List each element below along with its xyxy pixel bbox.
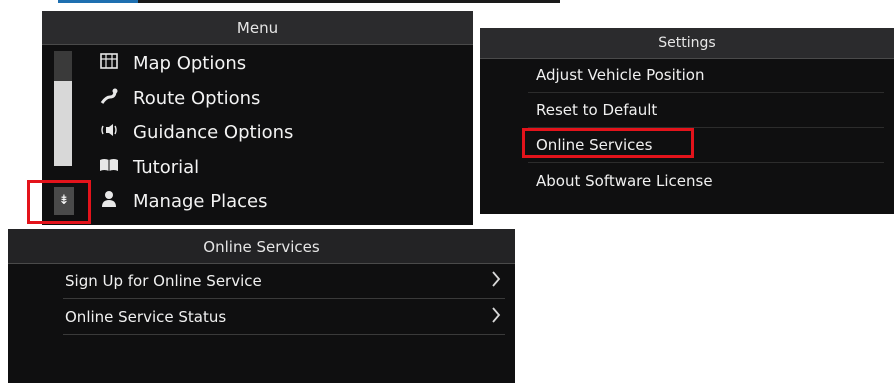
top-accent-line	[58, 0, 560, 3]
list-item-online-service-status[interactable]: Online Service Status	[8, 299, 515, 335]
settings-item-reset-to-default[interactable]: Reset to Default	[536, 101, 657, 119]
menu-panel: Menu ⇟ Map Options Route Options Guidanc…	[42, 11, 473, 225]
menu-item-label: Tutorial	[133, 156, 200, 178]
list-item-sign-up-online-service[interactable]: Sign Up for Online Service	[8, 263, 515, 299]
settings-panel: Settings Adjust Vehicle Position Reset t…	[480, 28, 894, 214]
list-item-label: Sign Up for Online Service	[65, 272, 262, 290]
menu-item-map-options[interactable]: Map Options	[97, 46, 246, 80]
menu-item-route-options[interactable]: Route Options	[97, 81, 260, 115]
settings-item-about-software-license[interactable]: About Software License	[536, 172, 713, 190]
menu-item-tutorial[interactable]: Tutorial	[97, 150, 199, 184]
online-services-header: Online Services	[8, 229, 515, 264]
menu-item-label: Guidance Options	[133, 121, 294, 143]
list-item-label: Online Service Status	[65, 308, 227, 326]
speaker-icon	[97, 122, 121, 142]
menu-item-label: Route Options	[133, 87, 261, 109]
highlight-online-services	[522, 128, 694, 158]
menu-title: Menu	[236, 19, 279, 37]
online-services-panel: Online Services Sign Up for Online Servi…	[8, 229, 515, 383]
settings-item-adjust-vehicle-position[interactable]: Adjust Vehicle Position	[536, 66, 704, 84]
highlight-scroll-down	[27, 180, 91, 224]
menu-item-manage-places[interactable]: Manage Places	[97, 184, 267, 218]
divider	[63, 334, 505, 335]
divider	[528, 162, 884, 163]
settings-title: Settings	[658, 35, 716, 51]
map-icon	[97, 53, 121, 73]
menu-item-label: Map Options	[133, 52, 247, 74]
top-divider	[138, 0, 560, 3]
settings-header: Settings	[480, 28, 894, 59]
route-icon	[97, 88, 121, 108]
person-icon	[97, 190, 121, 212]
book-icon	[97, 157, 121, 177]
chevron-right-icon	[491, 305, 501, 329]
menu-item-label: Manage Places	[133, 190, 268, 212]
menu-item-guidance-options[interactable]: Guidance Options	[97, 115, 293, 149]
online-services-title: Online Services	[203, 238, 320, 256]
chevron-right-icon	[491, 269, 501, 293]
menu-scrollbar-thumb[interactable]	[54, 81, 72, 166]
divider	[528, 92, 884, 93]
menu-header: Menu	[42, 11, 473, 45]
